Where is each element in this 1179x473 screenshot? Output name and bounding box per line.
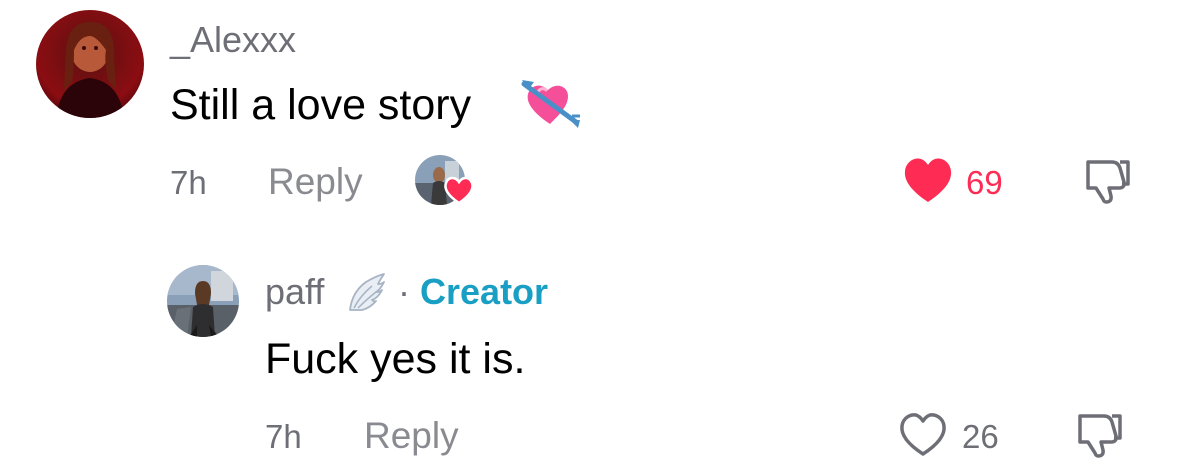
wing-emoji bbox=[349, 273, 385, 311]
reply-button[interactable]: Reply bbox=[268, 163, 363, 200]
dislike-icon[interactable] bbox=[1074, 410, 1126, 460]
like-count: 69 bbox=[966, 164, 1003, 201]
avatar[interactable] bbox=[167, 265, 239, 337]
separator-dot: · bbox=[398, 271, 410, 312]
comment-text: Still a love story bbox=[170, 81, 472, 129]
heart-outline-icon[interactable] bbox=[897, 410, 949, 458]
avatar[interactable] bbox=[36, 10, 144, 118]
creator-label: · Creator bbox=[398, 274, 548, 310]
reply-button[interactable]: Reply bbox=[364, 417, 459, 454]
heart-with-arrow-emoji bbox=[521, 80, 580, 128]
comment-username[interactable]: _Alexxx bbox=[170, 22, 296, 58]
heart-icon[interactable] bbox=[902, 156, 954, 204]
comment-text: Fuck yes it is. bbox=[265, 335, 526, 383]
like-count: 26 bbox=[962, 418, 999, 455]
comment-time: 7h bbox=[170, 164, 207, 201]
dislike-icon[interactable] bbox=[1082, 156, 1134, 206]
heart-icon bbox=[444, 176, 474, 205]
comment-username[interactable]: paff bbox=[265, 274, 324, 310]
comment-time: 7h bbox=[265, 418, 302, 455]
creator-badge: Creator bbox=[420, 271, 549, 312]
creator-liked-badge bbox=[415, 155, 475, 207]
